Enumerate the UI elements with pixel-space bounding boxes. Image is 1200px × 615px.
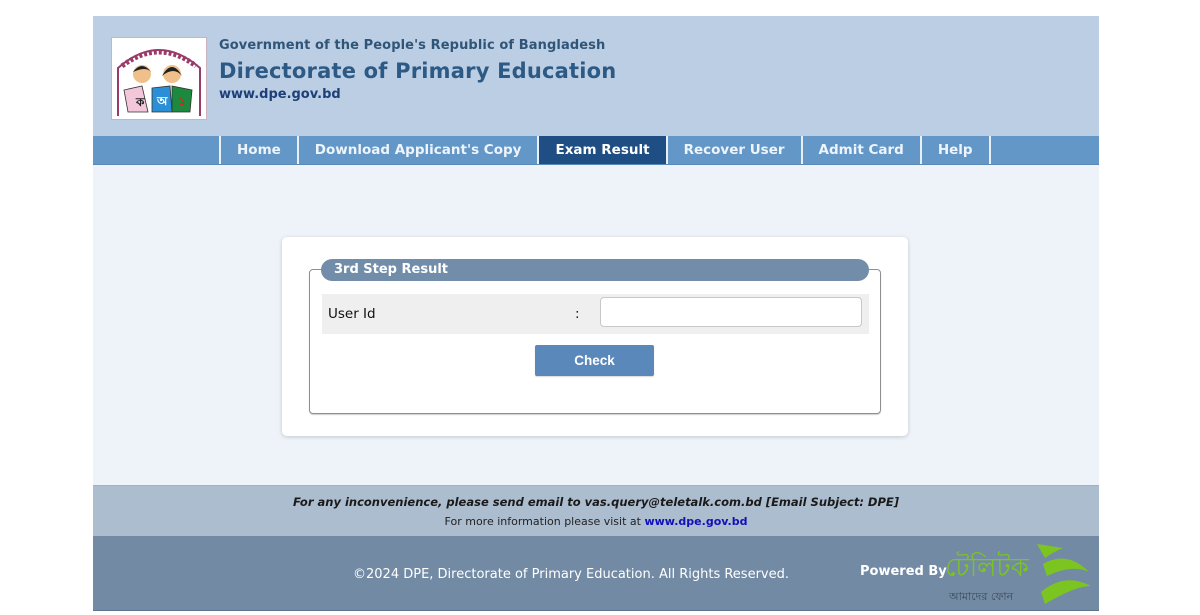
more-info-text: For more information please visit at bbox=[444, 515, 641, 528]
nav-download-applicants-copy[interactable]: Download Applicant's Copy bbox=[296, 136, 538, 164]
nav-admit-card[interactable]: Admit Card bbox=[800, 136, 920, 164]
label-separator: : bbox=[575, 306, 580, 322]
dpe-logo-icon: ক অ ১ bbox=[117, 49, 201, 116]
svg-text:অ: অ bbox=[156, 94, 168, 108]
user-id-row: User Id : bbox=[322, 294, 869, 334]
nav-home[interactable]: Home bbox=[219, 136, 297, 164]
user-id-input[interactable] bbox=[600, 297, 862, 327]
government-line: Government of the People's Republic of B… bbox=[219, 38, 606, 53]
form-legend: 3rd Step Result bbox=[321, 259, 869, 281]
more-info-line: For more information please visit at www… bbox=[93, 515, 1099, 528]
dpe-logo: ক অ ১ bbox=[111, 37, 207, 120]
result-fieldset bbox=[309, 269, 881, 414]
teletalk-logo-icon: টেলিটক আমাদের ফোন bbox=[945, 544, 1091, 604]
svg-text:১: ১ bbox=[178, 94, 186, 108]
powered-by-label: Powered By bbox=[860, 564, 947, 579]
teletalk-name: টেলিটক bbox=[945, 551, 1030, 583]
site-url[interactable]: www.dpe.gov.bd bbox=[219, 87, 616, 102]
nav-exam-result[interactable]: Exam Result bbox=[537, 136, 666, 164]
user-id-label: User Id bbox=[328, 306, 376, 322]
support-email-note: For any inconvenience, please send email… bbox=[292, 495, 900, 509]
result-form-card: 3rd Step Result User Id : Check bbox=[282, 237, 908, 436]
site-title: Directorate of Primary Education bbox=[219, 59, 617, 83]
teletalk-logo[interactable]: টেলিটক আমাদের ফোন bbox=[945, 542, 1095, 608]
header: ক অ ১ Government of the People's Republi… bbox=[93, 16, 1099, 136]
page: ক অ ১ Government of the People's Republi… bbox=[93, 16, 1099, 611]
nav-help[interactable]: Help bbox=[919, 136, 991, 164]
footer-bottom: ©2024 DPE, Directorate of Primary Educat… bbox=[93, 536, 1099, 611]
more-info-link[interactable]: www.dpe.gov.bd bbox=[644, 515, 747, 528]
nav-recover-user[interactable]: Recover User bbox=[665, 136, 801, 164]
copyright-text: ©2024 DPE, Directorate of Primary Educat… bbox=[353, 567, 790, 582]
check-button[interactable]: Check bbox=[535, 345, 654, 376]
footer-info: For any inconvenience, please send email… bbox=[93, 485, 1099, 536]
teletalk-tagline: আমাদের ফোন bbox=[948, 590, 1014, 603]
main-nav: Home Download Applicant's Copy Exam Resu… bbox=[93, 136, 1099, 165]
svg-text:ক: ক bbox=[135, 95, 145, 109]
